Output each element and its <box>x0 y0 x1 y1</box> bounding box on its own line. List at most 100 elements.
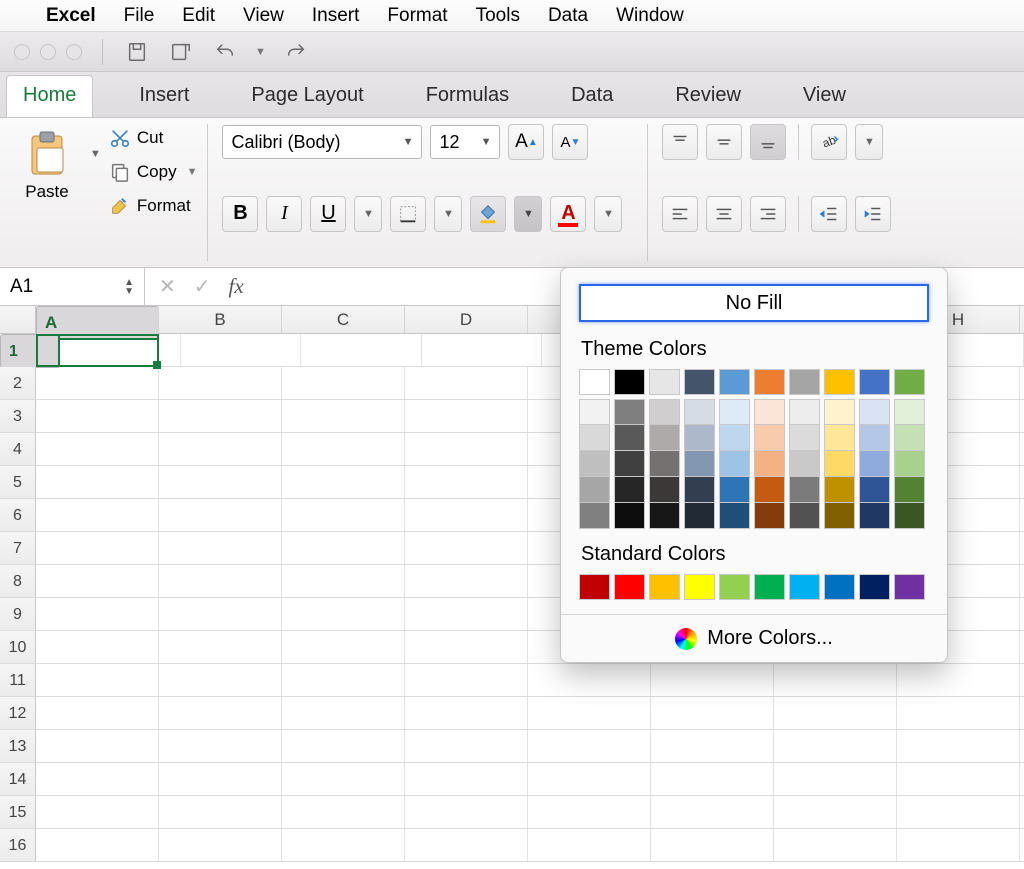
cell[interactable] <box>36 532 159 564</box>
cell[interactable] <box>36 829 159 861</box>
row-header[interactable]: 14 <box>0 763 36 795</box>
color-swatch[interactable] <box>684 477 715 503</box>
color-swatch[interactable] <box>684 451 715 477</box>
color-swatch[interactable] <box>579 399 610 425</box>
cell[interactable] <box>528 730 651 762</box>
color-swatch[interactable] <box>684 425 715 451</box>
decrease-indent-button[interactable] <box>811 196 847 232</box>
cell[interactable] <box>181 334 302 366</box>
cell[interactable] <box>159 433 282 465</box>
cell[interactable] <box>36 598 159 630</box>
color-swatch[interactable] <box>719 503 750 529</box>
borders-dropdown[interactable]: ▼ <box>434 196 462 232</box>
fill-color-button[interactable] <box>470 196 506 232</box>
row-header[interactable]: 12 <box>0 697 36 729</box>
color-swatch[interactable] <box>579 477 610 503</box>
cell[interactable] <box>282 367 405 399</box>
color-swatch[interactable] <box>754 425 785 451</box>
cell[interactable] <box>282 598 405 630</box>
color-swatch[interactable] <box>684 503 715 529</box>
cell[interactable] <box>282 796 405 828</box>
cell[interactable] <box>651 697 774 729</box>
cell[interactable] <box>36 730 159 762</box>
cell[interactable] <box>774 664 897 696</box>
color-swatch[interactable] <box>824 574 855 600</box>
color-swatch[interactable] <box>859 503 890 529</box>
cell[interactable] <box>159 697 282 729</box>
cell[interactable] <box>282 763 405 795</box>
cell[interactable] <box>897 829 1020 861</box>
cell[interactable] <box>36 796 159 828</box>
color-swatch[interactable] <box>824 503 855 529</box>
app-name[interactable]: Excel <box>46 5 96 27</box>
cell[interactable] <box>36 664 159 696</box>
cell[interactable] <box>36 466 159 498</box>
color-swatch[interactable] <box>789 399 820 425</box>
color-swatch[interactable] <box>789 425 820 451</box>
color-swatch[interactable] <box>614 425 645 451</box>
color-swatch[interactable] <box>859 451 890 477</box>
row-header[interactable]: 3 <box>0 400 36 432</box>
cell[interactable] <box>36 697 159 729</box>
color-swatch[interactable] <box>894 369 925 395</box>
cell[interactable] <box>159 763 282 795</box>
cell[interactable] <box>159 400 282 432</box>
menu-tools[interactable]: Tools <box>476 5 520 27</box>
paste-dropdown-icon[interactable]: ▼ <box>90 124 101 160</box>
underline-dropdown[interactable]: ▼ <box>354 196 382 232</box>
menu-insert[interactable]: Insert <box>312 5 360 27</box>
row-header[interactable]: 4 <box>0 433 36 465</box>
column-header[interactable]: C <box>282 306 405 333</box>
cell[interactable] <box>159 730 282 762</box>
more-colors-button[interactable]: More Colors... <box>561 614 947 662</box>
color-swatch[interactable] <box>579 503 610 529</box>
cell[interactable] <box>36 400 159 432</box>
italic-button[interactable]: I <box>266 196 302 232</box>
color-swatch[interactable] <box>719 425 750 451</box>
cell[interactable] <box>282 664 405 696</box>
bold-button[interactable]: B <box>222 196 258 232</box>
align-center-button[interactable] <box>706 196 742 232</box>
column-header[interactable]: D <box>405 306 528 333</box>
cell[interactable] <box>405 565 528 597</box>
orientation-dropdown[interactable]: ▼ <box>855 124 883 160</box>
tab-home[interactable]: Home <box>6 75 93 117</box>
cell[interactable] <box>159 565 282 597</box>
underline-button[interactable]: U <box>310 196 346 232</box>
color-swatch[interactable] <box>719 451 750 477</box>
fill-color-dropdown[interactable]: ▼ <box>514 196 542 232</box>
cell[interactable] <box>405 598 528 630</box>
cell[interactable] <box>528 763 651 795</box>
row-header[interactable]: 10 <box>0 631 36 663</box>
cell[interactable] <box>405 466 528 498</box>
cell[interactable] <box>36 763 159 795</box>
color-swatch[interactable] <box>824 425 855 451</box>
tab-review[interactable]: Review <box>659 76 757 117</box>
minimize-window-button[interactable] <box>40 44 56 60</box>
row-header[interactable]: 7 <box>0 532 36 564</box>
cell[interactable] <box>282 730 405 762</box>
cell[interactable] <box>651 796 774 828</box>
cell[interactable] <box>36 565 159 597</box>
color-swatch[interactable] <box>859 369 890 395</box>
fx-icon[interactable]: fx <box>229 274 244 299</box>
color-swatch[interactable] <box>614 477 645 503</box>
cell[interactable] <box>301 334 422 366</box>
align-top-button[interactable] <box>662 124 698 160</box>
color-swatch[interactable] <box>719 477 750 503</box>
cell[interactable] <box>282 499 405 531</box>
paste-button[interactable]: Paste <box>12 124 82 224</box>
color-swatch[interactable] <box>614 399 645 425</box>
cell[interactable] <box>159 499 282 531</box>
cell[interactable] <box>159 598 282 630</box>
cell[interactable] <box>897 697 1020 729</box>
cell[interactable] <box>159 532 282 564</box>
menu-view[interactable]: View <box>243 5 284 27</box>
color-swatch[interactable] <box>789 574 820 600</box>
select-all-corner[interactable] <box>0 306 36 333</box>
color-swatch[interactable] <box>614 369 645 395</box>
copy-button[interactable]: Copy▼ <box>109 158 198 186</box>
color-swatch[interactable] <box>614 503 645 529</box>
row-header[interactable]: 5 <box>0 466 36 498</box>
color-swatch[interactable] <box>894 425 925 451</box>
